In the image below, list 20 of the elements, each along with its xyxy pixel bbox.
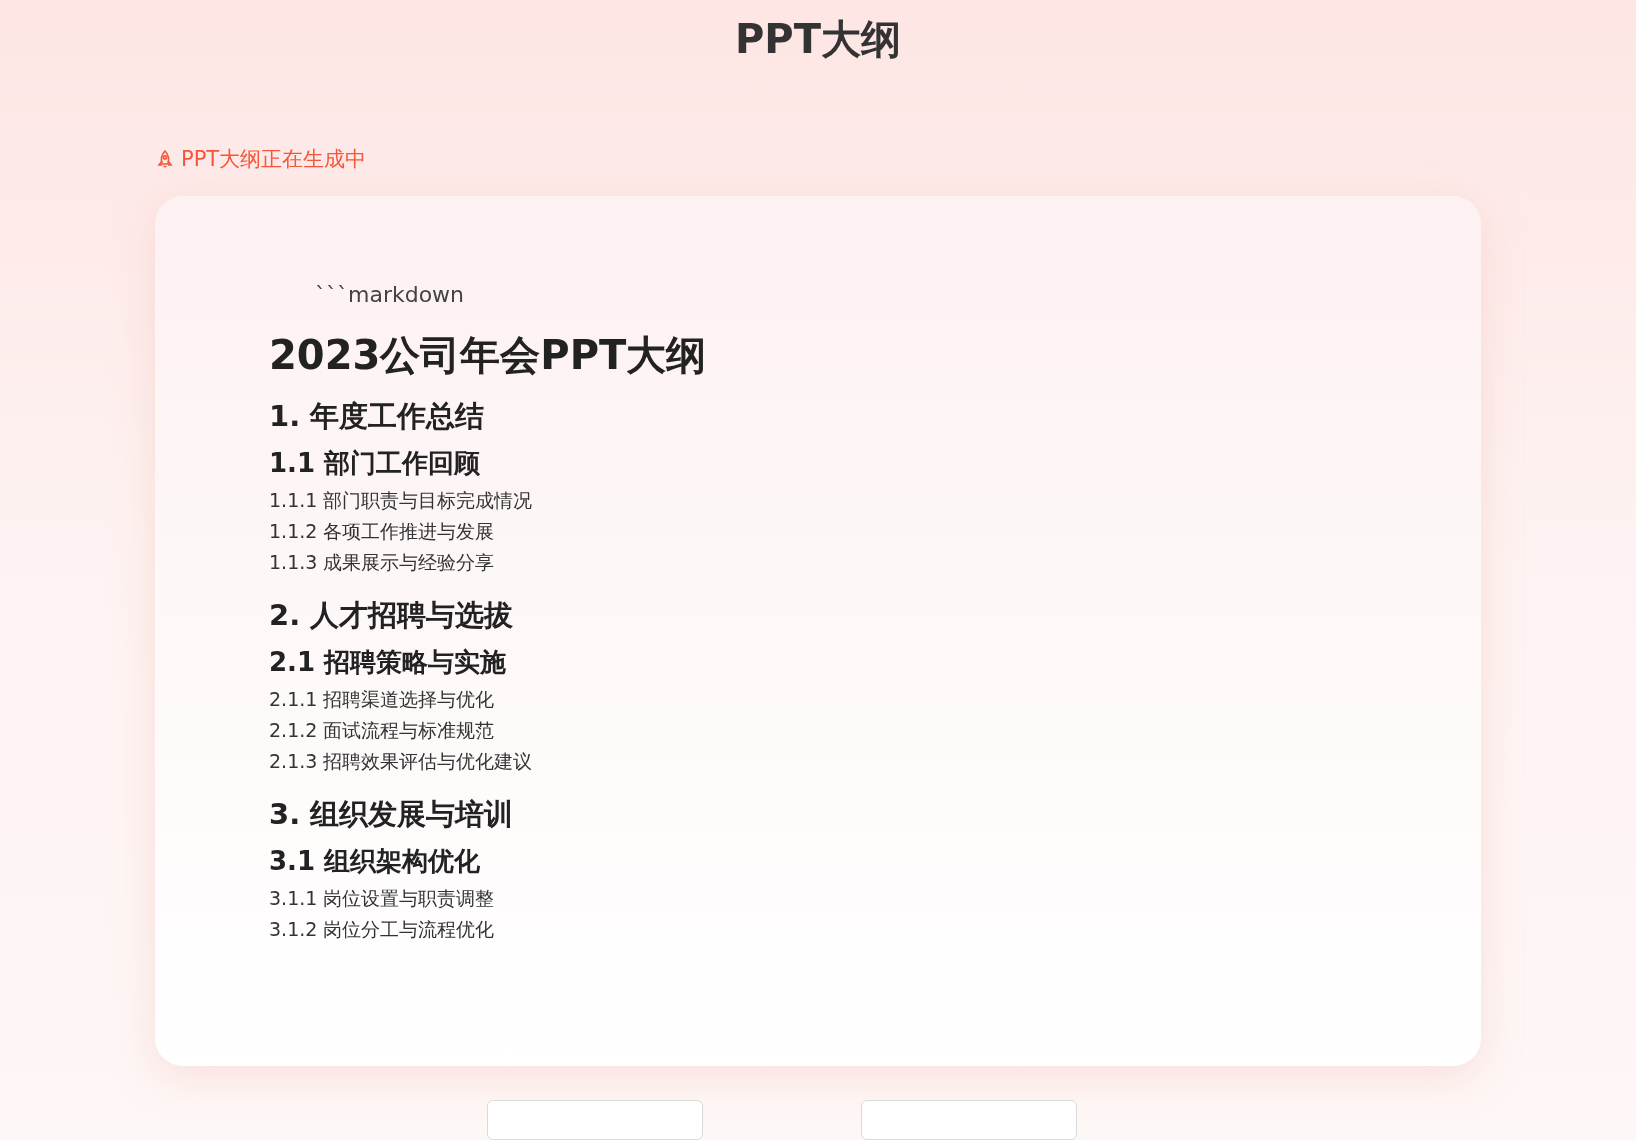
- section-heading: 3. 组织发展与培训: [269, 795, 514, 833]
- page-title: PPT大纲: [735, 15, 901, 64]
- outline-item: 3.1.2 岗位分工与流程优化: [269, 916, 495, 942]
- code-fence-text: ```markdown: [315, 280, 465, 309]
- button[interactable]: [487, 1100, 703, 1140]
- outline-item: 2.1.3 招聘效果评估与优化建议: [269, 748, 533, 774]
- outline-item: 1.1.1 部门职责与目标完成情况: [269, 487, 533, 513]
- subsection-heading: 2.1 招聘策略与实施: [269, 645, 507, 679]
- section-heading: 1. 年度工作总结: [269, 397, 485, 435]
- section-heading: 2. 人才招聘与选拔: [269, 596, 514, 634]
- button[interactable]: [861, 1100, 1077, 1140]
- outline-item: 3.1.1 岗位设置与职责调整: [269, 885, 495, 911]
- outline-item: 1.1.2 各项工作推进与发展: [269, 518, 495, 544]
- status-text: PPT大纲正在生成中: [181, 146, 367, 173]
- subsection-heading: 1.1 部门工作回顾: [269, 446, 481, 480]
- outline-item: 1.1.3 成果展示与经验分享: [269, 549, 495, 575]
- subsection-heading: 3.1 组织架构优化: [269, 844, 481, 878]
- outline-title: 2023公司年会PPT大纲: [269, 330, 707, 379]
- outline-item: 2.1.1 招聘渠道选择与优化: [269, 686, 495, 712]
- outline-item: 2.1.2 面试流程与标准规范: [269, 717, 495, 743]
